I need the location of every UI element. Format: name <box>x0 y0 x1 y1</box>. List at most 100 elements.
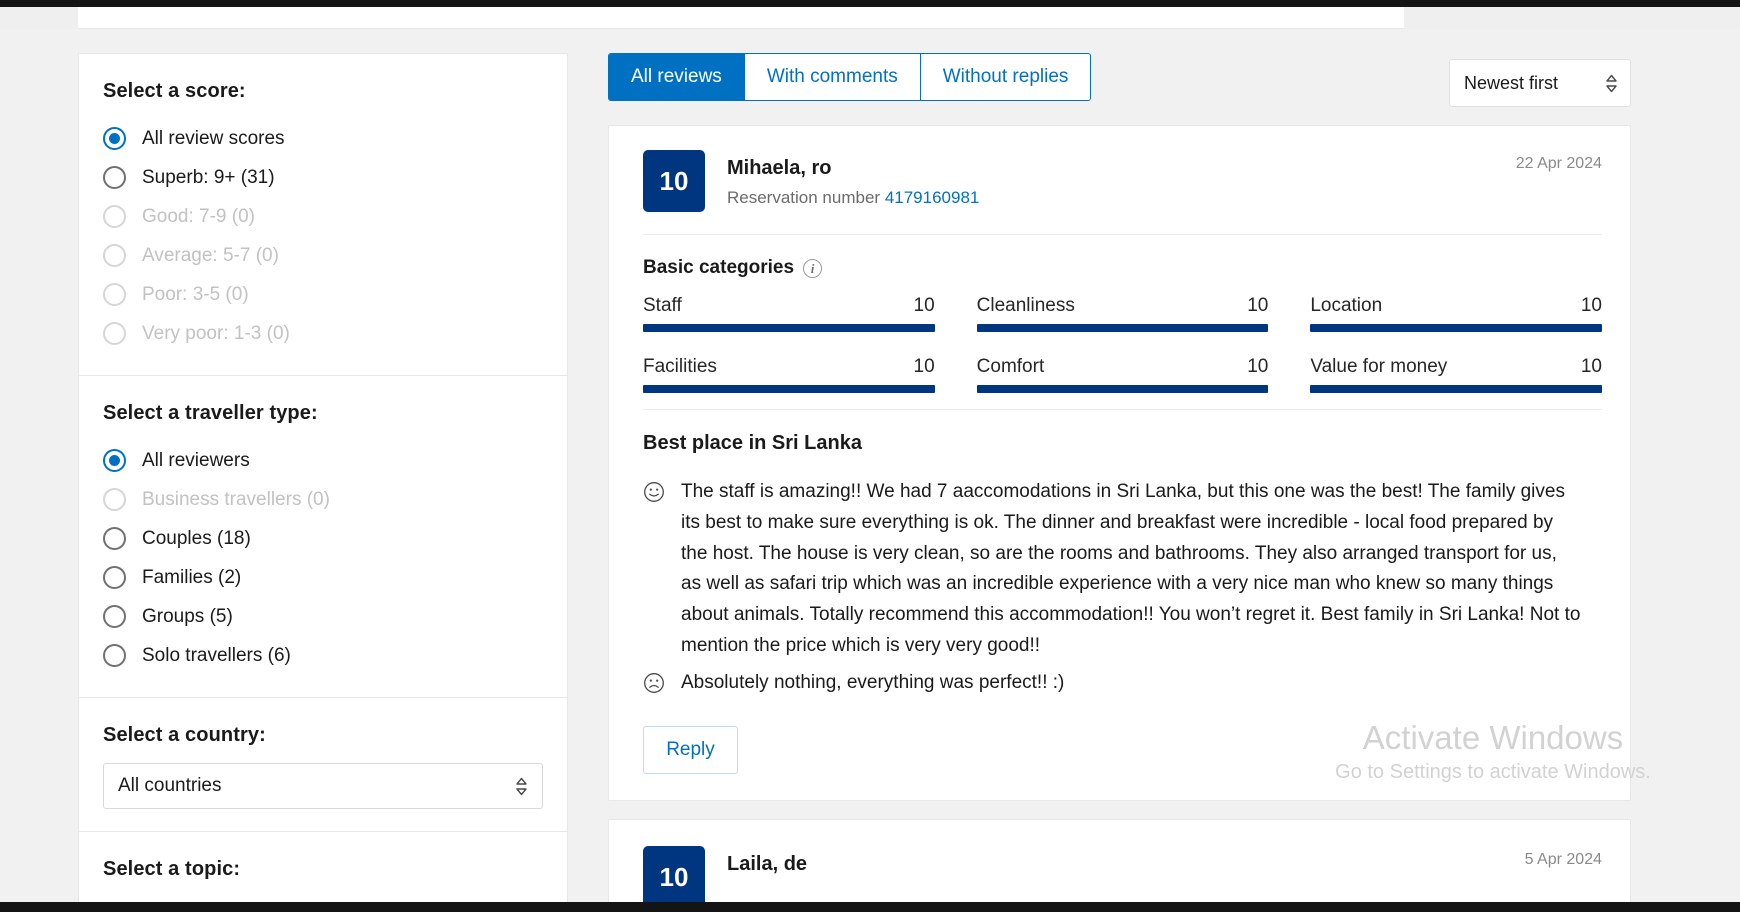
filter-country-title: Select a country: <box>103 724 266 746</box>
radio-label: Groups (5) <box>142 605 233 627</box>
smiley-happy-icon <box>643 481 665 503</box>
radio-families[interactable]: Families (2) <box>103 558 543 597</box>
tab-without-replies[interactable]: Without replies <box>920 54 1091 100</box>
radio-icon <box>103 605 126 628</box>
reservation-line: Reservation number 4179160981 <box>727 188 979 208</box>
radio-icon <box>103 566 126 589</box>
basic-categories-section: Basic categories i Staff 10 Cleanliness … <box>643 235 1602 410</box>
filter-topic-title: Select a topic: <box>103 858 241 880</box>
category-bar <box>643 385 935 393</box>
radio-icon <box>103 127 126 150</box>
radio-all-review-scores[interactable]: All review scores <box>103 119 543 158</box>
category-bar <box>1310 385 1602 393</box>
category-name: Comfort <box>976 356 1045 377</box>
radio-label: All reviewers <box>142 449 250 471</box>
review-positive-text: The staff is amazing!! We had 7 aaccomod… <box>681 481 1581 656</box>
review-title: Best place in Sri Lanka <box>643 432 862 454</box>
category-bar <box>1310 324 1602 332</box>
category-item-location: Location 10 <box>1310 295 1602 342</box>
radio-groups[interactable]: Groups (5) <box>103 597 543 636</box>
radio-good: Good: 7-9 (0) <box>103 197 543 236</box>
category-value: 10 <box>1580 356 1602 377</box>
category-item-comfort: Comfort 10 <box>976 356 1269 403</box>
radio-icon <box>103 322 126 345</box>
radio-label: Families (2) <box>142 566 242 588</box>
category-name: Cleanliness <box>976 295 1075 316</box>
reviewer-name: Laila, de <box>727 853 808 876</box>
radio-all-reviewers[interactable]: All reviewers <box>103 441 543 480</box>
reviewer-name: Mihaela, ro <box>727 157 832 179</box>
filters-sidebar: Select a score: All review scores Superb… <box>78 53 568 912</box>
radio-superb[interactable]: Superb: 9+ (31) <box>103 158 543 197</box>
review-card: 10 Mihaela, ro Reservation number 417916… <box>608 125 1631 802</box>
radio-label: Business travellers (0) <box>142 488 330 510</box>
country-select[interactable]: All countries <box>103 763 543 809</box>
review-score-badge: 10 <box>643 150 705 212</box>
smiley-sad-icon <box>643 672 665 694</box>
radio-icon <box>103 527 126 550</box>
radio-couples[interactable]: Couples (18) <box>103 519 543 558</box>
review-negative-text: Absolutely nothing, everything was perfe… <box>681 671 1065 693</box>
window-bottom-edge <box>0 902 1740 912</box>
category-item-facilities: Facilities 10 <box>643 356 935 403</box>
filter-traveller-type: Select a traveller type: All reviewers B… <box>79 376 567 698</box>
filter-topic: Select a topic: <box>79 832 567 912</box>
review-score-badge: 10 <box>643 846 705 909</box>
sort-select-value: Newest first <box>1464 72 1559 93</box>
chevron-updown-icon <box>1604 73 1618 93</box>
basic-categories-label: Basic categories <box>643 257 795 278</box>
review-header: 10 Mihaela, ro Reservation number 417916… <box>643 150 1602 235</box>
tab-with-comments[interactable]: With comments <box>744 54 921 100</box>
category-value: 10 <box>1247 356 1269 377</box>
reservation-number-link[interactable]: 4179160981 <box>885 188 980 207</box>
category-value: 10 <box>913 295 935 316</box>
radio-label: Good: 7-9 (0) <box>142 205 255 227</box>
filter-score: Select a score: All review scores Superb… <box>79 54 567 376</box>
chevron-updown-icon <box>514 776 528 796</box>
radio-poor: Poor: 3-5 (0) <box>103 275 543 314</box>
radio-icon <box>103 166 126 189</box>
category-bar <box>976 324 1269 332</box>
category-item-value-for-money: Value for money 10 <box>1310 356 1602 403</box>
category-name: Value for money <box>1310 356 1448 377</box>
category-item-staff: Staff 10 <box>643 295 935 342</box>
reply-button[interactable]: Reply <box>643 726 738 775</box>
tab-all-reviews[interactable]: All reviews <box>609 54 745 100</box>
review-card: 10 Laila, de 5 Apr 2024 <box>608 819 1631 912</box>
reservation-label: Reservation number <box>727 188 881 207</box>
filter-country: Select a country: All countries <box>79 698 567 832</box>
radio-label: Very poor: 1-3 (0) <box>142 322 290 344</box>
category-bar <box>976 385 1269 393</box>
reviews-toolbar: All reviews With comments Without replie… <box>608 53 1631 111</box>
category-item-cleanliness: Cleanliness 10 <box>976 295 1269 342</box>
category-name: Staff <box>643 295 682 316</box>
review-date: 22 Apr 2024 <box>1515 155 1602 172</box>
radio-solo-travellers[interactable]: Solo travellers (6) <box>103 636 543 675</box>
category-name: Location <box>1310 295 1383 316</box>
reviewer-meta: Laila, de <box>727 846 807 878</box>
review-date: 5 Apr 2024 <box>1524 851 1602 869</box>
radio-icon <box>103 488 126 511</box>
radio-label: Couples (18) <box>142 527 251 549</box>
info-icon[interactable]: i <box>803 258 823 278</box>
category-value: 10 <box>1580 295 1602 316</box>
sort-select[interactable]: Newest first <box>1449 59 1631 107</box>
content-canvas: Select a score: All review scores Superb… <box>0 29 1740 912</box>
radio-label: Poor: 3-5 (0) <box>142 283 249 305</box>
review-body: Best place in Sri Lanka The staff is ama… <box>643 410 1602 775</box>
radio-business-travellers: Business travellers (0) <box>103 480 543 519</box>
category-grid: Staff 10 Cleanliness 10 Location 10 Faci… <box>643 295 1602 403</box>
page-header-strip <box>78 7 1404 29</box>
radio-icon <box>103 644 126 667</box>
category-name: Facilities <box>643 356 717 377</box>
review-positive-row: The staff is amazing!! We had 7 aaccomod… <box>643 477 1602 662</box>
country-select-value: All countries <box>118 775 222 796</box>
category-bar <box>643 324 935 332</box>
app-window: Select a score: All review scores Superb… <box>0 0 1740 912</box>
radio-icon <box>103 205 126 228</box>
window-top-edge <box>0 0 1740 7</box>
category-value: 10 <box>1247 295 1269 316</box>
reviews-panel: All reviews With comments Without replie… <box>608 53 1631 912</box>
radio-label: Superb: 9+ (31) <box>142 166 275 188</box>
radio-label: All review scores <box>142 127 285 149</box>
